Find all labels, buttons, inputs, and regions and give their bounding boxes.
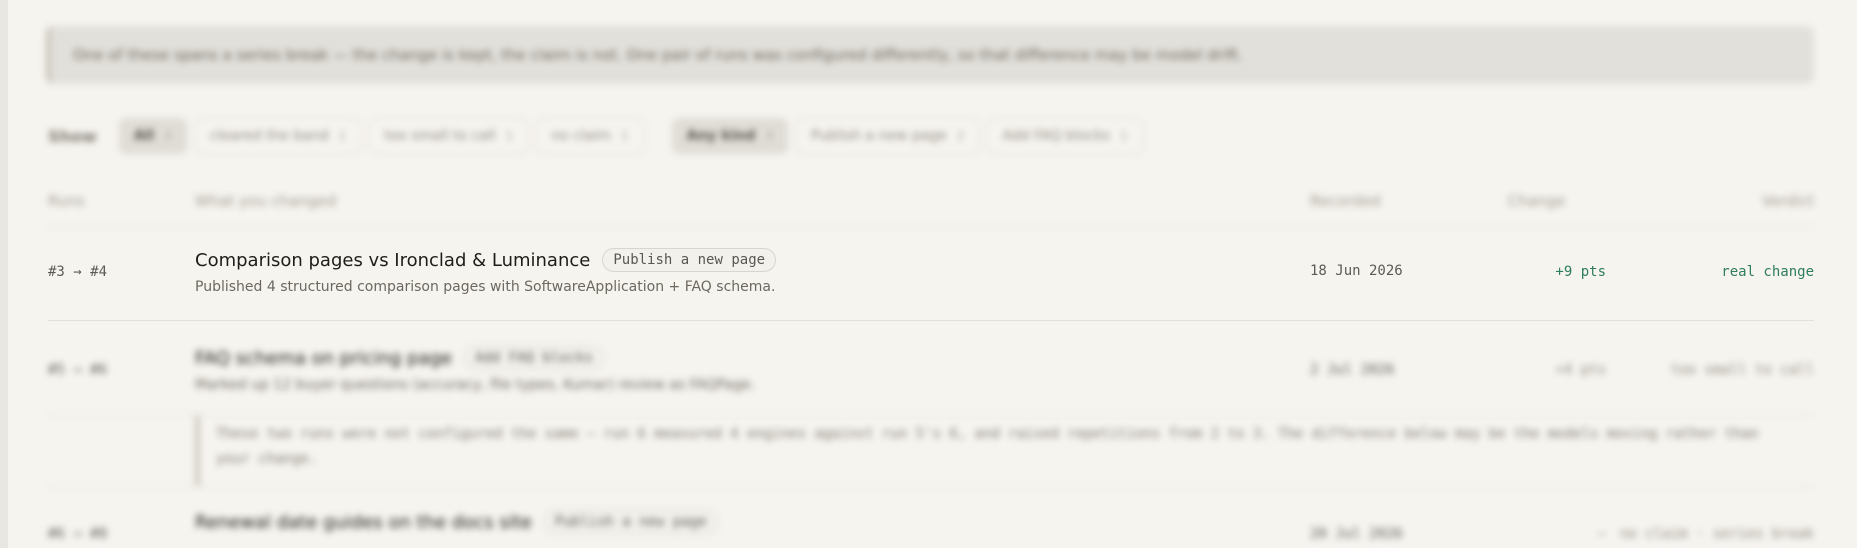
col-what[interactable]: What you changed [195, 192, 336, 210]
row-verdict: too small to call [1670, 362, 1814, 378]
row-description: Published 4 structured comparison pages … [195, 279, 776, 295]
row-runs: #3 → #4 [48, 264, 108, 280]
row-description: Marked up 12 buyer questions (accuracy, … [195, 377, 756, 393]
row-title[interactable]: FAQ schema on pricing page [195, 348, 452, 369]
table-row[interactable]: #3 → #4 Comparison pages vs Ironclad & L… [48, 246, 1814, 316]
notice-text: One of these spans a series break — the … [73, 46, 1243, 64]
row-verdict: real change [1721, 264, 1814, 280]
row-runs: #6 → #8 [48, 526, 108, 542]
kind-tag: Publish a new page [543, 510, 718, 534]
note-text: These two runs were not configured the s… [216, 426, 1759, 467]
row-divider [48, 320, 1814, 321]
filter-chip-cleared[interactable]: cleared the band 1 [194, 118, 362, 154]
row-verdict: no claim · series break [1620, 526, 1814, 542]
header-divider [48, 226, 1814, 227]
row-title[interactable]: Renewal date guides on the docs site [195, 512, 532, 533]
row-change: +4 pts [1555, 362, 1606, 378]
table-row[interactable]: #6 → #8 Renewal date guides on the docs … [48, 508, 1814, 548]
show-label: Show [48, 126, 97, 146]
kind-tag: Publish a new page [602, 248, 777, 272]
table-header: Runs What you changed Recorded Change Ve… [48, 192, 1814, 216]
row-title-group: Renewal date guides on the docs site Pub… [195, 510, 718, 534]
table-row[interactable]: #5 → #6 FAQ schema on pricing page Add F… [48, 344, 1814, 404]
row-divider [48, 414, 1814, 415]
series-break-notice: One of these spans a series break — the … [46, 26, 1814, 84]
row-title-group: FAQ schema on pricing page Add FAQ block… [195, 346, 605, 370]
filter-chip-all[interactable]: All 3 [118, 118, 187, 154]
note-divider [48, 486, 1814, 487]
config-mismatch-note: These two runs were not configured the s… [195, 416, 1815, 486]
filter-bar: Show All 3 cleared the band 1 too small to… [48, 116, 1143, 156]
kind-chip-faq[interactable]: Add FAQ blocks 1 [987, 118, 1143, 154]
row-change: — [1597, 526, 1606, 542]
row-recorded: 18 Jun 2026 [1310, 263, 1403, 279]
left-edge-strip [0, 0, 8, 548]
col-change[interactable]: Change [1508, 192, 1565, 210]
filter-chip-too-small[interactable]: too small to call 1 [369, 118, 529, 154]
kind-tag: Add FAQ blocks [464, 346, 605, 370]
row-title[interactable]: Comparison pages vs Ironclad & Luminance [195, 250, 590, 271]
col-verdict[interactable]: Verdict [1762, 192, 1814, 210]
row-change: +9 pts [1555, 264, 1606, 280]
row-runs: #5 → #6 [48, 362, 108, 378]
kind-chip-publish[interactable]: Publish a new page 2 [796, 118, 980, 154]
col-recorded[interactable]: Recorded [1310, 192, 1381, 210]
filter-chip-no-claim[interactable]: no claim 1 [536, 118, 644, 154]
row-recorded: 20 Jul 2026 [1310, 526, 1403, 542]
kind-chip-any[interactable]: Any kind 3 [671, 118, 789, 154]
row-title-group: Comparison pages vs Ironclad & Luminance… [195, 248, 777, 272]
row-recorded: 2 Jul 2026 [1310, 362, 1395, 378]
col-runs[interactable]: Runs [48, 192, 85, 210]
